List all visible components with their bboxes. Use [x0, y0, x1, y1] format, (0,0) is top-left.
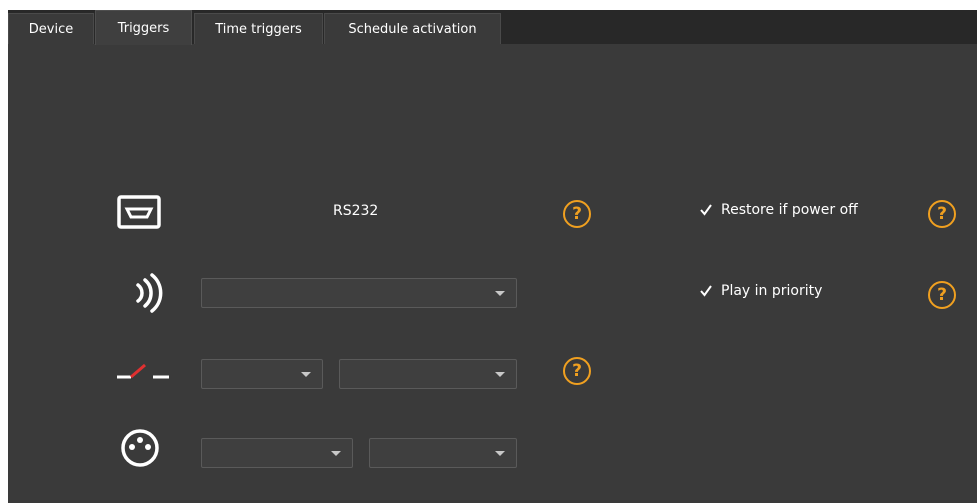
chevron-down-icon [301, 372, 311, 377]
tab-triggers[interactable]: Triggers [95, 10, 192, 45]
infrared-icon [128, 273, 168, 317]
rs232-label: RS232 [333, 203, 379, 219]
chevron-down-icon [495, 451, 505, 456]
help-icon-glyph: ? [572, 361, 582, 381]
tab-schedule-activation-label: Schedule activation [348, 21, 477, 37]
help-icon-glyph: ? [937, 285, 947, 305]
tab-time-triggers-label: Time triggers [215, 21, 302, 37]
dmx-trigger-select-1[interactable] [201, 438, 353, 468]
help-icon[interactable]: ? [928, 281, 956, 309]
restore-if-power-off-checkbox[interactable]: Restore if power off [699, 202, 858, 218]
contact-trigger-select-1[interactable] [201, 359, 323, 389]
help-icon[interactable]: ? [563, 200, 591, 228]
triggers-panel: RS232 ? Restore if power off ? Play in p… [8, 45, 977, 503]
serial-port-icon [117, 195, 161, 233]
dry-contact-switch-icon [115, 361, 171, 385]
tab-triggers-label: Triggers [117, 20, 170, 36]
play-in-priority-checkbox[interactable]: Play in priority [699, 283, 822, 299]
help-icon-glyph: ? [572, 204, 582, 224]
dmx-connector-icon [120, 428, 160, 472]
ir-trigger-select[interactable] [201, 278, 517, 308]
chevron-down-icon [495, 372, 505, 377]
tab-bar: Device Triggers Time triggers Schedule a… [8, 10, 977, 45]
chevron-down-icon [495, 291, 505, 296]
tab-time-triggers[interactable]: Time triggers [194, 13, 323, 44]
checkmark-icon [699, 284, 713, 298]
play-in-priority-label: Play in priority [721, 283, 823, 299]
tab-schedule-activation[interactable]: Schedule activation [324, 13, 501, 44]
tab-device-label: Device [28, 21, 74, 37]
checkmark-icon [699, 203, 713, 217]
contact-trigger-select-2[interactable] [339, 359, 517, 389]
tab-device[interactable]: Device [8, 13, 94, 44]
app-window: Device Triggers Time triggers Schedule a… [8, 10, 977, 503]
help-icon[interactable]: ? [563, 357, 591, 385]
chevron-down-icon [331, 451, 341, 456]
dmx-trigger-select-2[interactable] [369, 438, 517, 468]
help-icon-glyph: ? [937, 204, 947, 224]
restore-if-power-off-label: Restore if power off [721, 202, 858, 218]
help-icon[interactable]: ? [928, 200, 956, 228]
